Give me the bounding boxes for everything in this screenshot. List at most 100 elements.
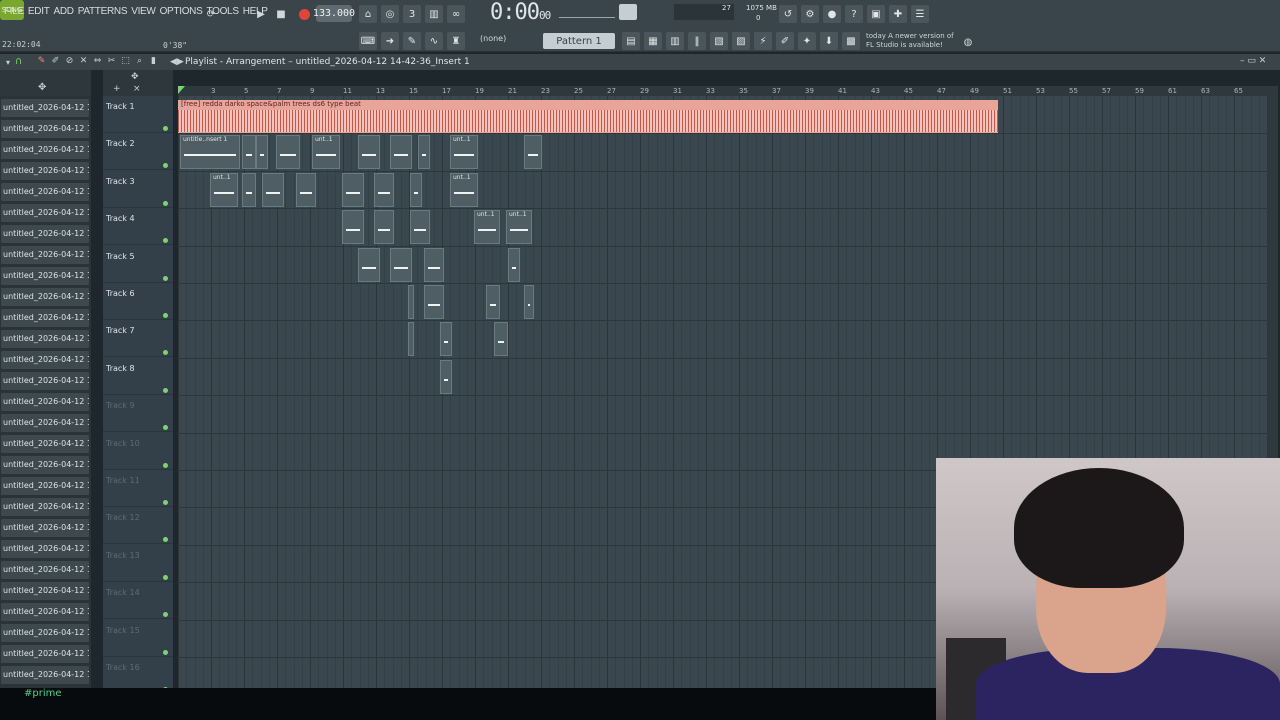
browser-item[interactable]: untitled_2026-04-12 14-... <box>1 225 89 243</box>
browser-item[interactable]: untitled_2026-04-12 14-... <box>1 603 89 621</box>
stop-icon[interactable]: ■ <box>271 4 291 24</box>
add-track-icon[interactable]: + <box>113 84 121 94</box>
pattern-clip[interactable]: unt..1 <box>210 172 238 207</box>
draw-tool-icon[interactable]: ✎ <box>36 56 47 66</box>
arrow-icon[interactable]: ➜ <box>381 32 399 50</box>
pattern-clip[interactable] <box>418 135 430 170</box>
pattern-clip[interactable] <box>374 172 394 207</box>
pattern-clip[interactable] <box>358 247 380 282</box>
pattern-clip[interactable] <box>410 210 430 245</box>
browser-item[interactable]: untitled_2026-04-12 14-... <box>1 435 89 453</box>
pattern-clip[interactable] <box>256 135 268 170</box>
track-active-dot[interactable] <box>163 462 168 468</box>
mute-tool-icon[interactable]: ✕ <box>78 56 89 66</box>
pattern-clip[interactable] <box>342 210 364 245</box>
browser-item[interactable]: untitled_2026-04-12 14-... <box>1 456 89 474</box>
play-icon[interactable]: ▶ <box>251 4 271 24</box>
master-pitch-slider[interactable] <box>559 8 615 18</box>
playback-tool-icon[interactable]: ▮ <box>148 56 159 66</box>
browser-item[interactable]: untitled_2026-04-12 14-... <box>1 561 89 579</box>
track-active-dot[interactable] <box>163 200 168 206</box>
step-edit-icon[interactable]: ▥ <box>425 5 443 23</box>
paint-tool-icon[interactable]: ✐ <box>50 56 61 66</box>
browser-item[interactable]: untitled_2026-04-12 14-... <box>1 183 89 201</box>
browser-item[interactable]: untitled_2026-04-12 14-... <box>1 393 89 411</box>
pattern-clip[interactable] <box>410 172 422 207</box>
mic-icon[interactable]: ● <box>823 5 841 23</box>
track-header[interactable]: Track 15 <box>103 620 173 657</box>
pattern-clip[interactable] <box>342 172 364 207</box>
project-icon[interactable]: ▨ <box>732 32 750 50</box>
browser-expand-icon[interactable]: ✥ <box>38 82 46 93</box>
playlist-project[interactable]: untitled_2026-04-12 14-42-36_Insert 1 <box>296 57 470 67</box>
track-header[interactable]: Track 1 <box>103 96 173 133</box>
browser-item[interactable]: untitled_2026-04-12 14-... <box>1 330 89 348</box>
track-header[interactable]: Track 6 <box>103 283 173 320</box>
browser-item[interactable]: untitled_2026-04-12 14-... <box>1 162 89 180</box>
menu-options[interactable]: OPTIONS <box>158 6 205 17</box>
track-active-dot[interactable] <box>163 425 168 431</box>
track-header[interactable]: Track 11 <box>103 470 173 507</box>
pattern-clip[interactable] <box>242 135 256 170</box>
pattern-clip[interactable] <box>486 285 500 319</box>
download-icon[interactable]: ⬇ <box>820 32 838 50</box>
track-active-dot[interactable] <box>163 350 168 356</box>
pattern-clip[interactable] <box>440 359 452 394</box>
delete-tool-icon[interactable]: ⊘ <box>64 56 75 66</box>
slice-tool-icon[interactable]: ✂ <box>106 56 117 66</box>
track-header[interactable]: Track 2 <box>103 133 173 171</box>
channel-rack-icon[interactable]: ▥ <box>666 32 684 50</box>
globe-icon[interactable]: ◍ <box>958 32 978 52</box>
browser-item[interactable]: untitled_2026-04-12 14-... <box>1 624 89 642</box>
track-header[interactable]: Track 4 <box>103 208 173 246</box>
track-active-dot[interactable] <box>163 574 168 580</box>
loop-icon[interactable]: ⟳ <box>201 4 221 24</box>
pattern-clip[interactable] <box>262 172 284 207</box>
track-header[interactable]: Track 8 <box>103 358 173 395</box>
select-tool-icon[interactable]: ⬚ <box>120 56 131 66</box>
save-icon[interactable]: ▣ <box>867 5 885 23</box>
record-icon[interactable] <box>294 4 314 24</box>
browser-item[interactable]: untitled_2026-04-12 14-... <box>1 267 89 285</box>
pattern-clip[interactable] <box>390 135 412 170</box>
browser-item[interactable]: untitled_2026-04-12 14-... <box>1 309 89 327</box>
browser-item[interactable]: untitled_2026-04-12 14-... <box>1 246 89 264</box>
browser-item[interactable]: untitled_2026-04-12 14-... <box>1 351 89 369</box>
menu-edit[interactable]: EDIT <box>26 6 52 17</box>
pattern-clip[interactable] <box>424 285 444 319</box>
menu-view[interactable]: VIEW <box>129 6 157 17</box>
track-active-dot[interactable] <box>163 163 168 169</box>
track-header[interactable]: Track 14 <box>103 582 173 620</box>
pattern-clip[interactable] <box>440 322 452 357</box>
keyboard-icon[interactable]: ⌨ <box>359 32 377 50</box>
browser-item[interactable]: untitled_2026-04-12 14-... <box>1 477 89 495</box>
pattern-clip[interactable] <box>524 135 542 170</box>
timeline-ruler[interactable]: 3 5 7 9 11 13 15 17 19 21 23 25 27 29 31 33 35 37 39 41 43 45… <box>178 86 1268 96</box>
plug-icon[interactable]: ⚡ <box>754 32 772 50</box>
pattern-clip[interactable] <box>424 247 444 282</box>
track-header[interactable]: Track 7 <box>103 320 173 358</box>
browser-item[interactable]: untitled_2026-04-12 14-... <box>1 204 89 222</box>
options-arrow-icon[interactable]: ▾ <box>6 58 10 67</box>
pattern-clip[interactable] <box>296 172 316 207</box>
pattern-selector[interactable]: Pattern 1 <box>543 33 615 49</box>
pen-icon[interactable]: ✎ <box>403 32 421 50</box>
browser-icon[interactable]: ▧ <box>710 32 728 50</box>
track-active-dot[interactable] <box>163 275 168 281</box>
store-icon[interactable]: ▩ <box>842 32 860 50</box>
pattern-clip[interactable]: unt..1 <box>506 210 532 245</box>
help-icon[interactable]: ? <box>845 5 863 23</box>
master-volume-knob[interactable] <box>619 4 637 20</box>
pattern-clip[interactable] <box>390 247 412 282</box>
track-header[interactable]: Track 10 <box>103 433 173 470</box>
pattern-clip[interactable] <box>494 322 508 357</box>
track-active-dot[interactable] <box>163 313 168 318</box>
browser-item[interactable]: untitled_2026-04-12 14-... <box>1 498 89 516</box>
browser-item[interactable]: untitled_2026-04-12 14-... <box>1 141 89 159</box>
track-active-dot[interactable] <box>163 537 168 543</box>
update-notice[interactable]: today A newer version of FL Studio is av… <box>866 32 954 50</box>
zoom-tool-icon[interactable]: ⌕ <box>134 56 145 66</box>
menu-patterns[interactable]: PATTERNS <box>76 6 129 17</box>
browser-item[interactable]: untitled_2026-04-12 14-... <box>1 288 89 306</box>
track-active-dot[interactable] <box>163 126 168 131</box>
